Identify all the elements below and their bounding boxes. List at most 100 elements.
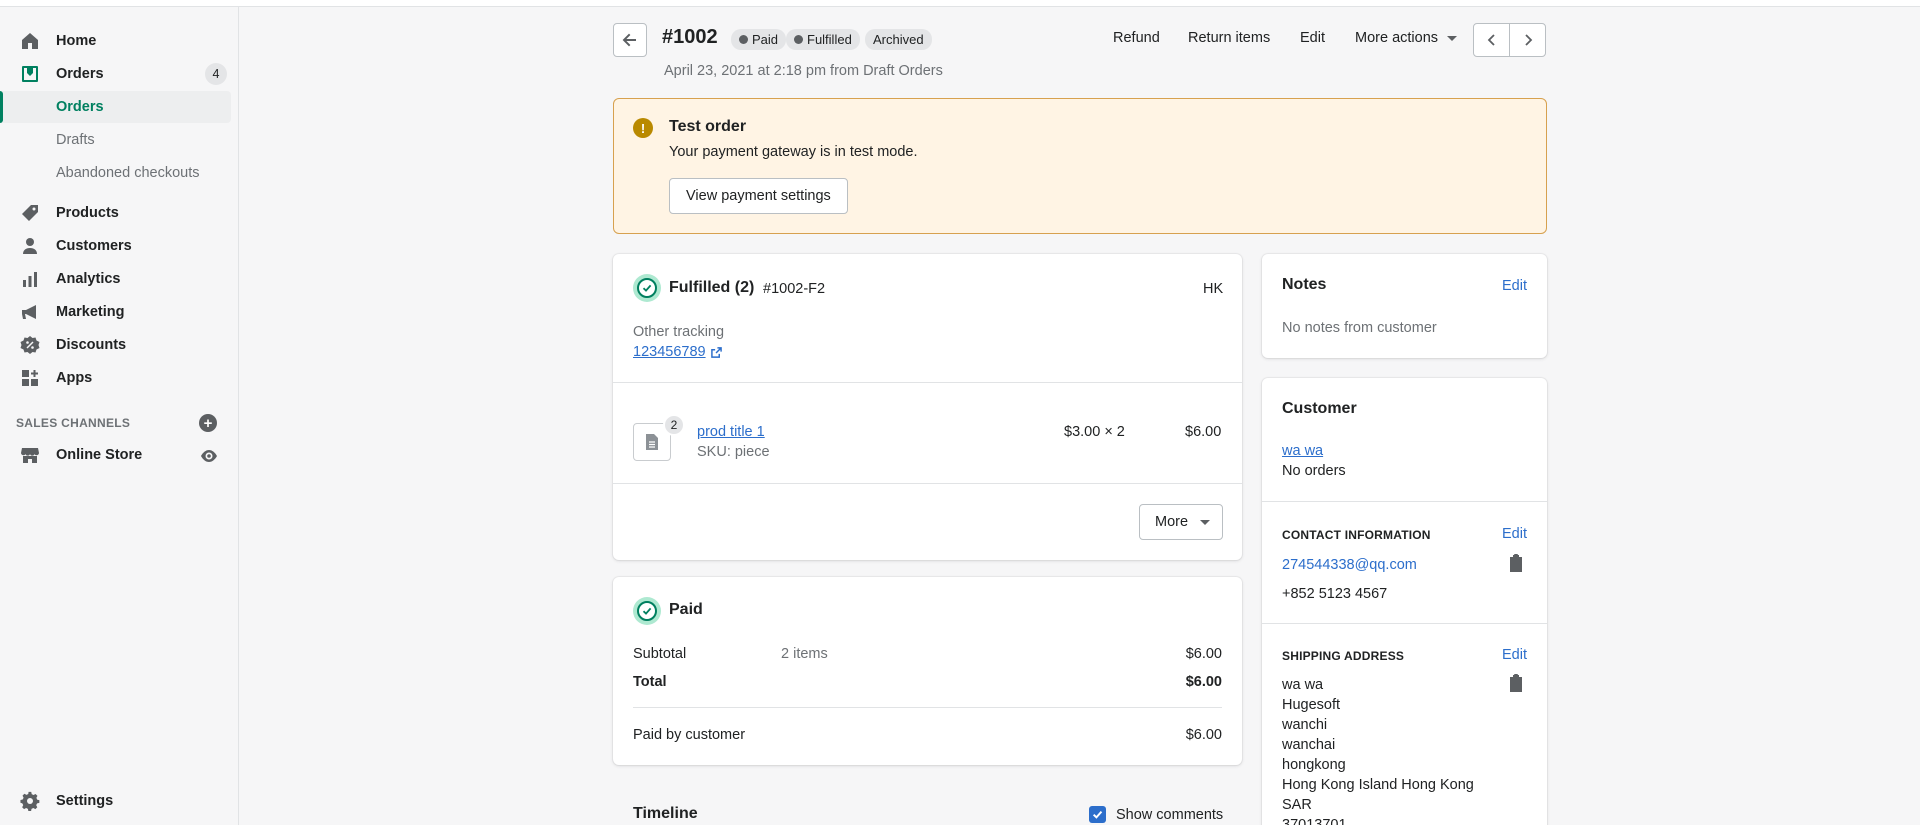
- address-line: Hong Kong Island Hong Kong: [1282, 777, 1474, 793]
- notes-card: Notes Edit No notes from customer: [1262, 254, 1547, 358]
- customer-name-link[interactable]: wa wa: [1282, 443, 1323, 459]
- tag-icon: [20, 203, 40, 223]
- sidebar-item-products[interactable]: Products: [0, 197, 231, 229]
- sidebar-subitem-abandoned-checkouts[interactable]: Abandoned checkouts: [0, 157, 231, 189]
- sales-channels-label: SALES CHANNELS: [16, 416, 131, 430]
- address-line: wanchi: [1282, 717, 1328, 733]
- eye-icon[interactable]: [199, 446, 219, 466]
- quantity-badge: 2: [663, 414, 685, 436]
- bar-chart-icon: [20, 269, 40, 289]
- add-sales-channel-icon[interactable]: +: [199, 414, 217, 432]
- orders-icon: [20, 64, 40, 84]
- fulfillment-id: #1002-F2: [763, 281, 826, 297]
- sidebar-item-label: Online Store: [56, 447, 143, 463]
- caret-down-icon: [1447, 35, 1458, 41]
- chevron-right-icon: [1524, 34, 1532, 46]
- edit-button[interactable]: Edit: [1300, 30, 1325, 46]
- show-comments-label: Show comments: [1116, 806, 1224, 823]
- shipping-address: wa wa Hugesoft wanchi wanchai hongkong H…: [1282, 675, 1474, 825]
- paid-by-label: Paid by customer: [633, 727, 746, 743]
- divider: [613, 382, 1242, 383]
- sidebar-item-label: Settings: [56, 793, 114, 809]
- product-unit-price: $3.00 × 2: [1064, 424, 1125, 440]
- address-line: SAR: [1282, 797, 1312, 813]
- refund-button[interactable]: Refund: [1113, 30, 1160, 46]
- sidebar-item-customers[interactable]: Customers: [0, 230, 231, 262]
- fulfillment-location: HK: [1203, 281, 1224, 297]
- subtotal-label: Subtotal: [633, 646, 687, 662]
- orders-count-badge: 4: [205, 63, 227, 85]
- customer-orders: No orders: [1282, 463, 1346, 479]
- tracking-number[interactable]: 123456789: [633, 344, 706, 360]
- status-dot-icon: [739, 35, 748, 44]
- product-line-total: $6.00: [1185, 424, 1222, 440]
- sidebar: Home Orders 4 Orders Drafts Abandoned ch…: [0, 7, 239, 825]
- product-title-link[interactable]: prod title 1: [697, 424, 765, 440]
- sidebar-item-analytics[interactable]: Analytics: [0, 263, 231, 295]
- sidebar-item-apps[interactable]: Apps: [0, 362, 231, 394]
- sidebar-subitem-orders[interactable]: Orders: [0, 91, 231, 123]
- more-actions-label: More actions: [1355, 30, 1439, 46]
- contact-info-label: CONTACT INFORMATION: [1282, 528, 1431, 542]
- fulfillment-more-button[interactable]: More: [1139, 504, 1223, 540]
- status-badge-fulfilled: Fulfilled: [786, 29, 860, 50]
- total-value: $6.00: [1185, 674, 1222, 690]
- store-icon: [20, 445, 40, 465]
- sidebar-item-label: Home: [56, 33, 97, 49]
- sidebar-item-label: Orders: [56, 66, 104, 82]
- discount-icon: [20, 335, 40, 355]
- banner-text: Your payment gateway is in test mode.: [669, 144, 918, 160]
- checkbox-checked-icon[interactable]: [1089, 806, 1106, 823]
- status-badge-archived: Archived: [865, 29, 932, 50]
- address-line: 37013701: [1282, 817, 1347, 825]
- tracking-link[interactable]: 123456789: [633, 344, 722, 360]
- sidebar-item-marketing[interactable]: Marketing: [0, 296, 231, 328]
- divider: [1262, 501, 1547, 502]
- show-comments-checkbox[interactable]: Show comments: [1089, 806, 1223, 823]
- return-items-button[interactable]: Return items: [1188, 30, 1270, 46]
- payment-title: Paid: [669, 601, 703, 618]
- page-title: #1002: [662, 26, 718, 48]
- warning-icon: !: [633, 118, 653, 138]
- subtotal-value: $6.00: [1185, 646, 1222, 662]
- sidebar-item-online-store[interactable]: Online Store: [0, 439, 231, 471]
- notes-text: No notes from customer: [1282, 320, 1437, 336]
- shipping-edit-link[interactable]: Edit: [1502, 647, 1527, 663]
- sidebar-item-orders[interactable]: Orders 4: [0, 58, 231, 90]
- previous-order-button[interactable]: [1473, 23, 1510, 57]
- next-order-button[interactable]: [1509, 23, 1546, 57]
- status-badge-paid: Paid: [731, 29, 787, 50]
- sidebar-subitem-drafts[interactable]: Drafts: [0, 124, 231, 156]
- sidebar-item-label: Marketing: [56, 304, 125, 320]
- image-placeholder-icon: [646, 434, 658, 450]
- gear-icon: [20, 791, 40, 811]
- divider: [1262, 623, 1547, 624]
- back-button[interactable]: [613, 23, 647, 57]
- customer-title: Customer: [1282, 400, 1357, 417]
- contact-edit-link[interactable]: Edit: [1502, 526, 1527, 542]
- more-button-label: More: [1155, 514, 1189, 530]
- status-badge-label: Paid: [752, 32, 779, 47]
- clipboard-icon[interactable]: [1508, 674, 1524, 692]
- apps-icon: [20, 368, 40, 388]
- sidebar-item-label: Customers: [56, 238, 132, 254]
- divider: [613, 483, 1242, 484]
- address-line: hongkong: [1282, 757, 1346, 773]
- view-payment-settings-button[interactable]: View payment settings: [669, 178, 848, 214]
- sidebar-item-label: Analytics: [56, 271, 121, 287]
- arrow-left-icon: [622, 33, 636, 47]
- clipboard-icon[interactable]: [1508, 554, 1524, 572]
- more-actions-button[interactable]: More actions: [1355, 30, 1458, 46]
- status-badge-label: Archived: [873, 32, 924, 47]
- customer-email-link[interactable]: 274544338@qq.com: [1282, 557, 1417, 573]
- sidebar-item-home[interactable]: Home: [0, 25, 231, 57]
- sidebar-item-label: Discounts: [56, 337, 127, 353]
- check-circle-icon: [633, 597, 661, 625]
- external-link-icon: [710, 346, 722, 358]
- banner-title: Test order: [669, 118, 747, 135]
- sidebar-item-label: Products: [56, 205, 119, 221]
- person-icon: [20, 236, 40, 256]
- sidebar-item-settings[interactable]: Settings: [0, 785, 231, 817]
- notes-edit-link[interactable]: Edit: [1502, 278, 1527, 294]
- sidebar-item-discounts[interactable]: Discounts: [0, 329, 231, 361]
